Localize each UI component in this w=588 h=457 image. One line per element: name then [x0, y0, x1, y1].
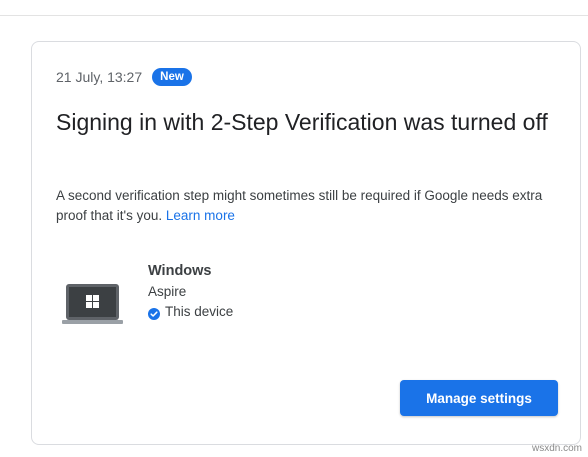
device-status-label: This device — [165, 304, 234, 319]
page: 21 July, 13:27 New Signing in with 2-Ste… — [0, 0, 588, 457]
new-badge: New — [152, 68, 192, 86]
top-divider — [0, 15, 588, 16]
learn-more-link[interactable]: Learn more — [166, 208, 235, 223]
event-timestamp: 21 July, 13:27 — [56, 69, 143, 85]
event-meta: 21 July, 13:27 New — [56, 68, 192, 86]
event-description: A second verification step might sometim… — [56, 186, 556, 226]
event-title: Signing in with 2-Step Verification was … — [56, 109, 548, 135]
device-name: Windows — [148, 263, 212, 279]
description-text: A second verification step might sometim… — [56, 188, 543, 223]
device-info: Windows Aspire This device — [148, 261, 233, 322]
verified-check-icon — [148, 306, 160, 320]
manage-settings-button[interactable]: Manage settings — [400, 380, 558, 416]
laptop-windows-icon — [62, 282, 123, 326]
watermark: wsxdn.com — [531, 443, 582, 454]
security-event-card: 21 July, 13:27 New Signing in with 2-Ste… — [31, 41, 581, 445]
device-status: This device — [148, 302, 233, 322]
device-model: Aspire — [148, 284, 187, 299]
